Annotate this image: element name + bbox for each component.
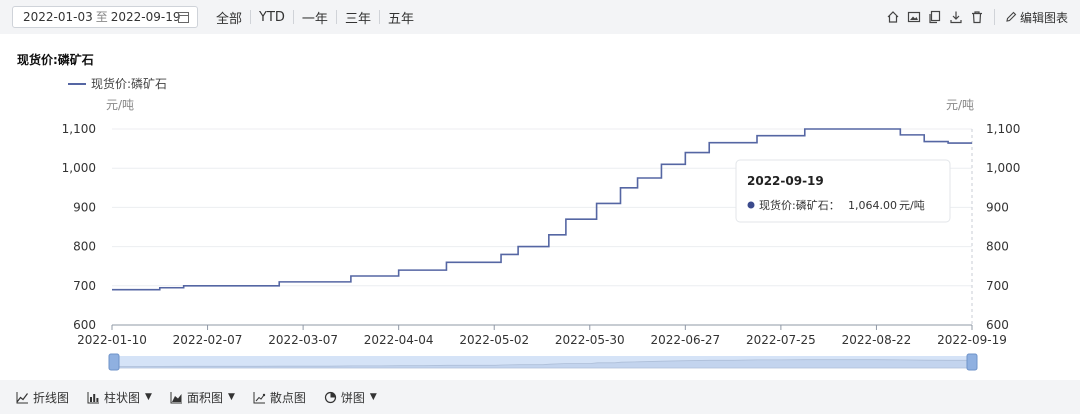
- line-chart-icon: [16, 391, 29, 404]
- tooltip-unit: 元/吨: [899, 199, 925, 212]
- x-tick-label: 2022-03-07: [268, 333, 338, 347]
- x-tick-label: 2022-07-25: [746, 333, 816, 347]
- caret-down-icon[interactable]: ▼: [370, 392, 377, 402]
- scatter-chart-icon: [253, 391, 266, 404]
- y-tick-label-left: 1,000: [62, 161, 96, 175]
- y-tick-label-right: 1,100: [986, 122, 1020, 136]
- x-tick-label: 2022-02-07: [173, 333, 243, 347]
- chart-type-scatter-chart-button[interactable]: 散点图: [253, 389, 306, 406]
- legend-label: 现货价:磷矿石: [91, 76, 167, 91]
- x-tick-label: 2022-05-30: [555, 333, 625, 347]
- y-tick-label-right: 1,000: [986, 161, 1020, 175]
- y-tick-label-left: 900: [73, 200, 96, 214]
- caret-down-icon[interactable]: ▼: [228, 392, 235, 402]
- chart-type-line-chart-button[interactable]: 折线图: [16, 389, 69, 406]
- tooltip-series-label: 现货价:磷矿石：: [759, 198, 840, 212]
- x-tick-label: 2022-05-02: [459, 333, 529, 347]
- chart-type-label: 面积图: [186, 390, 223, 405]
- area-chart-icon: [170, 391, 183, 404]
- y-axis-unit-left: 元/吨: [106, 98, 134, 112]
- zoom-handle-left[interactable]: [108, 353, 120, 371]
- chart-type-label: 饼图: [340, 390, 365, 405]
- y-tick-label-left: 700: [73, 279, 96, 293]
- x-tick-label: 2022-01-10: [77, 333, 147, 347]
- chart-type-area-chart-button[interactable]: 面积图 ▼: [170, 389, 235, 406]
- x-tick-label: 2022-06-27: [650, 333, 720, 347]
- y-tick-label-right: 900: [986, 200, 1009, 214]
- chart-type-label: 散点图: [269, 390, 306, 405]
- y-tick-label-right: 600: [986, 318, 1009, 332]
- chart-type-pie-chart-button[interactable]: 饼图 ▼: [324, 389, 377, 406]
- bar-chart-icon: [87, 391, 100, 404]
- tooltip-date: 2022-09-19: [747, 174, 824, 188]
- tooltip: 2022-09-19 现货价:磷矿石： 1,064.00 元/吨: [735, 159, 951, 223]
- y-tick-label-right: 700: [986, 279, 1009, 293]
- zoom-slider[interactable]: [108, 353, 978, 371]
- tooltip-series-dot: [747, 201, 755, 209]
- chart-type-bar-chart-button[interactable]: 柱状图 ▼: [87, 389, 152, 406]
- zoom-handle-right[interactable]: [966, 353, 978, 371]
- y-axis-unit-right: 元/吨: [946, 98, 974, 112]
- y-tick-label-left: 1,100: [62, 122, 96, 136]
- y-tick-label-right: 800: [986, 240, 1009, 254]
- chart-type-label: 折线图: [33, 390, 70, 405]
- tooltip-box: [735, 159, 951, 223]
- tooltip-value: 1,064.00: [848, 199, 897, 212]
- chart-type-bar: 折线图 柱状图 ▼ 面积图 ▼ 散点图 饼图 ▼: [0, 380, 1080, 414]
- x-tick-label: 2022-04-04: [364, 333, 434, 347]
- chart-type-label: 柱状图: [104, 390, 141, 405]
- y-tick-label-left: 800: [73, 240, 96, 254]
- x-tick-label: 2022-09-19: [937, 333, 1007, 347]
- caret-down-icon[interactable]: ▼: [145, 392, 152, 402]
- chart-canvas: 现货价:磷矿石元/吨 元/吨600 600700 700800 800900 9001,0…: [62, 76, 1020, 371]
- x-tick-label: 2022-08-22: [842, 333, 912, 347]
- y-tick-label-left: 600: [73, 318, 96, 332]
- pie-chart-icon: [324, 391, 337, 404]
